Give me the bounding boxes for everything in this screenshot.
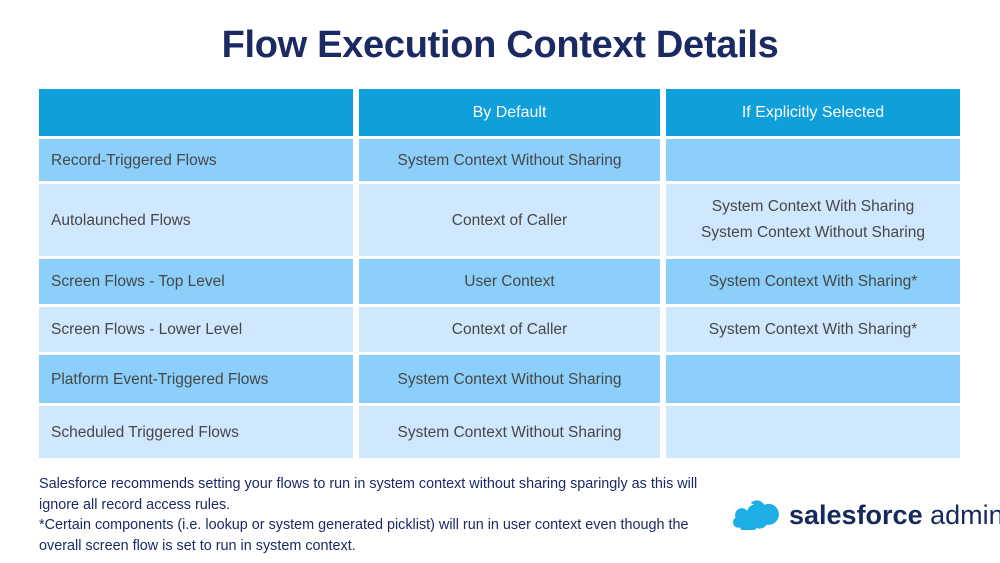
table-row: Record-Triggered Flows System Context Wi… — [39, 139, 960, 181]
row-by-default-screen-flows-lower-level: Context of Caller — [359, 307, 660, 352]
slide-canvas: Flow Execution Context Details By Defaul… — [0, 0, 1000, 563]
row-by-default-autolaunched-flows: Context of Caller — [359, 184, 660, 256]
row-label-screen-flows-top-level: Screen Flows - Top Level — [39, 259, 353, 304]
row-by-default-platform-event-triggered-flows: System Context Without Sharing — [359, 355, 660, 403]
table-header-cell-by-default: By Default — [359, 89, 660, 136]
table-row: Platform Event-Triggered Flows System Co… — [39, 355, 960, 403]
row-if-explicit-screen-flows-lower-level: System Context With Sharing* — [666, 307, 960, 352]
row-if-explicit-screen-flows-top-level: System Context With Sharing* — [666, 259, 960, 304]
row-by-default-screen-flows-top-level: User Context — [359, 259, 660, 304]
table-header-row: By Default If Explicitly Selected — [39, 89, 960, 136]
row-by-default-scheduled-triggered-flows: System Context Without Sharing — [359, 406, 660, 458]
table-row: Screen Flows - Lower Level Context of Ca… — [39, 307, 960, 352]
table-header-cell-flow-type — [39, 89, 353, 136]
row-if-explicit-autolaunched-line-1: System Context With Sharing — [711, 198, 915, 215]
row-if-explicit-scheduled-triggered-flows — [666, 406, 960, 458]
row-label-screen-flows-lower-level: Screen Flows - Lower Level — [39, 307, 353, 352]
footnote-line-2: *Certain components (i.e. lookup or syst… — [39, 517, 689, 554]
row-label-scheduled-triggered-flows: Scheduled Triggered Flows — [39, 406, 353, 458]
salesforce-cloud-icon — [733, 500, 779, 530]
table-row: Screen Flows - Top Level User Context Sy… — [39, 259, 960, 304]
logo-brand: salesforce — [789, 500, 923, 530]
flow-context-table: By Default If Explicitly Selected Record… — [39, 89, 960, 461]
row-by-default-record-triggered-flows: System Context Without Sharing — [359, 139, 660, 181]
row-label-autolaunched-flows: Autolaunched Flows — [39, 184, 353, 256]
row-if-explicit-platform-event-triggered-flows — [666, 355, 960, 403]
row-if-explicit-record-triggered-flows — [666, 139, 960, 181]
row-if-explicit-autolaunched-line-2: System Context Without Sharing — [701, 224, 925, 241]
page-title: Flow Execution Context Details — [221, 24, 779, 66]
footnote: Salesforce recommends setting your flows… — [39, 474, 729, 556]
row-if-explicit-autolaunched-flows: System Context With Sharing System Conte… — [666, 184, 960, 256]
row-label-record-triggered-flows: Record-Triggered Flows — [39, 139, 353, 181]
table-header-cell-if-explicitly-selected: If Explicitly Selected — [666, 89, 960, 136]
salesforce-admins-logo: salesforce admins — [733, 494, 1000, 536]
row-label-platform-event-triggered-flows: Platform Event-Triggered Flows — [39, 355, 353, 403]
footnote-line-1: Salesforce recommends setting your flows… — [39, 476, 698, 513]
table-row: Scheduled Triggered Flows System Context… — [39, 406, 960, 458]
logo-wordmark: salesforce admins — [789, 500, 1000, 530]
logo-product: admins — [930, 500, 1000, 530]
table-row: Autolaunched Flows Context of Caller Sys… — [39, 184, 960, 256]
